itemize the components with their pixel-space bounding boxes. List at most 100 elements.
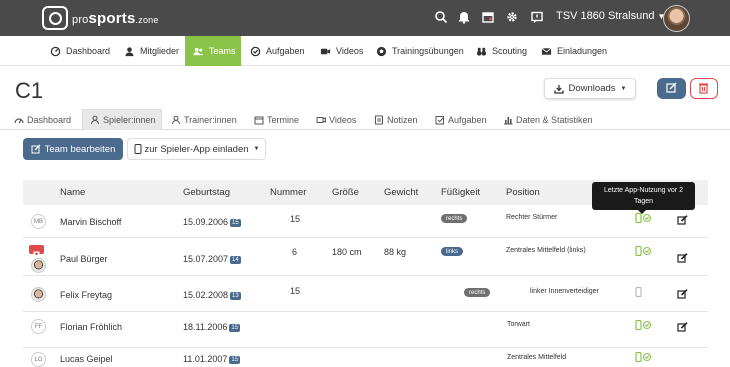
player-position: Torwart [507, 321, 530, 328]
check-square-icon [435, 115, 445, 124]
player-position: linker Innenverteidiger [530, 288, 599, 295]
col-birthday[interactable]: Geburtstag [183, 187, 230, 198]
avatar [31, 258, 46, 273]
edit-icon[interactable] [677, 289, 688, 300]
main-nav: Dashboard Mitglieder Teams Aufgaben Vide… [0, 36, 730, 66]
player-weight: 88 kg [384, 247, 407, 257]
delete-team-button[interactable] [690, 78, 718, 99]
player-position: Rechter Stürmer [506, 214, 558, 221]
foot-badge: rechts [464, 288, 491, 297]
col-weight[interactable]: Gewicht [384, 187, 418, 198]
player-birthday: 15.02.2008 13 [183, 290, 241, 300]
bar-chart-icon [504, 116, 513, 124]
envelope-icon [541, 47, 552, 55]
trash-icon [699, 83, 708, 94]
age-badge: 15 [229, 356, 241, 364]
col-height[interactable]: Größe [332, 187, 359, 198]
player-birthday: 15.07.2007 14 [183, 254, 241, 264]
user-icon [172, 115, 180, 124]
player-name[interactable]: Felix Freytag [60, 290, 112, 300]
age-badge: 15 [229, 324, 241, 332]
caret-down-icon: ▼ [253, 146, 260, 152]
note-icon [375, 115, 383, 124]
table-row[interactable]: FF Florian Fröhlich 18.11.2006 15 Torwart [23, 312, 708, 348]
col-position[interactable]: Position [506, 187, 540, 198]
edit-icon[interactable] [677, 215, 688, 226]
app-active-icon[interactable] [635, 246, 653, 256]
avatar: LG [31, 352, 46, 367]
dashboard-icon [50, 46, 61, 56]
subtab-events[interactable]: Termine [254, 109, 299, 130]
prosports-logo[interactable]: prosports.zone [42, 6, 159, 30]
edit-icon[interactable] [677, 322, 688, 333]
age-badge: 14 [230, 256, 241, 264]
search-icon[interactable] [434, 10, 448, 24]
edit-icon[interactable] [677, 253, 688, 264]
player-name[interactable]: Paul Bürger [60, 254, 108, 264]
download-icon [553, 84, 564, 94]
nav-tasks[interactable]: Aufgaben [250, 36, 305, 66]
player-birthday: 15.09.2006 15 [183, 217, 241, 227]
soccer-ball-icon [376, 46, 387, 56]
age-badge: 13 [230, 292, 241, 300]
player-birthday: 11.01.2007 15 [183, 354, 241, 364]
subtab-statistics[interactable]: Daten & Statistiken [503, 109, 593, 130]
col-name[interactable]: Name [60, 187, 85, 198]
app-active-icon[interactable] [635, 213, 653, 223]
subtab-players[interactable]: Spieler:innen [82, 109, 162, 130]
mobile-icon [134, 144, 141, 154]
users-icon [193, 47, 204, 55]
nav-dashboard[interactable]: Dashboard [50, 36, 110, 66]
invite-app-button[interactable]: zur Spieler-App einladen ▼ [127, 138, 266, 160]
player-name[interactable]: Lucas Geipel [60, 354, 113, 364]
age-badge: 15 [230, 219, 241, 227]
caret-down-icon: ▼ [620, 85, 627, 92]
table-row[interactable]: Paul Bürger 15.07.2007 14 6 180 cm 88 kg … [23, 238, 708, 276]
player-name[interactable]: Marvin Bischoff [60, 217, 121, 227]
nav-exercises[interactable]: Trainingsübungen [376, 36, 464, 66]
player-name[interactable]: Florian Fröhlich [60, 322, 122, 332]
avatar: MB [31, 214, 46, 229]
table-row[interactable]: Felix Freytag 15.02.2008 13 15 rechts lin… [23, 276, 708, 312]
edit-icon [31, 144, 41, 154]
nav-invitations[interactable]: Einladungen [541, 36, 607, 66]
downloads-button[interactable]: Downloads ▼ [544, 78, 636, 99]
player-number: 15 [290, 286, 301, 296]
player-number: 15 [290, 214, 301, 224]
subtab-notes[interactable]: Notizen [374, 109, 418, 130]
club-selector[interactable]: TSV 1860 Stralsund ▼ [556, 10, 665, 22]
user-icon [91, 115, 99, 125]
player-height: 180 cm [332, 247, 362, 257]
subtab-coaches[interactable]: Trainer:innen [171, 109, 237, 130]
nav-videos[interactable]: Videos [320, 36, 363, 66]
avatar: FF [31, 319, 46, 334]
logo-text: prosports.zone [72, 9, 159, 27]
user-avatar[interactable] [663, 5, 690, 32]
check-circle-icon [250, 46, 261, 56]
camera-badge-icon [29, 245, 44, 256]
subtab-tasks[interactable]: Aufgaben [435, 109, 487, 130]
foot-badge: links [441, 247, 464, 256]
calendar-icon[interactable] [481, 10, 495, 24]
bell-icon[interactable] [457, 10, 471, 24]
table-row[interactable]: LG Lucas Geipel 11.01.2007 15 Zentrales M… [23, 348, 708, 367]
avatar [31, 287, 46, 302]
nav-scouting[interactable]: Scouting [476, 36, 527, 66]
col-foot[interactable]: Füßigkeit [441, 187, 480, 198]
user-icon [125, 46, 134, 56]
calendar-icon [254, 116, 264, 124]
app-active-icon[interactable] [635, 320, 653, 330]
subtab-dashboard[interactable]: Dashboard [14, 109, 71, 130]
edit-team-inline-button[interactable]: Team bearbeiten [23, 138, 123, 160]
app-inactive-icon[interactable] [635, 287, 643, 297]
col-number[interactable]: Nummer [270, 187, 306, 198]
subtab-videos[interactable]: Videos [316, 109, 356, 130]
edit-icon [666, 82, 677, 93]
nav-teams[interactable]: Teams [185, 36, 241, 66]
video-icon [320, 48, 331, 54]
message-icon[interactable] [530, 10, 544, 24]
dashboard-icon [14, 117, 24, 123]
nav-members[interactable]: Mitglieder [124, 36, 179, 66]
gear-icon[interactable] [505, 10, 519, 24]
edit-team-button[interactable] [657, 78, 686, 99]
